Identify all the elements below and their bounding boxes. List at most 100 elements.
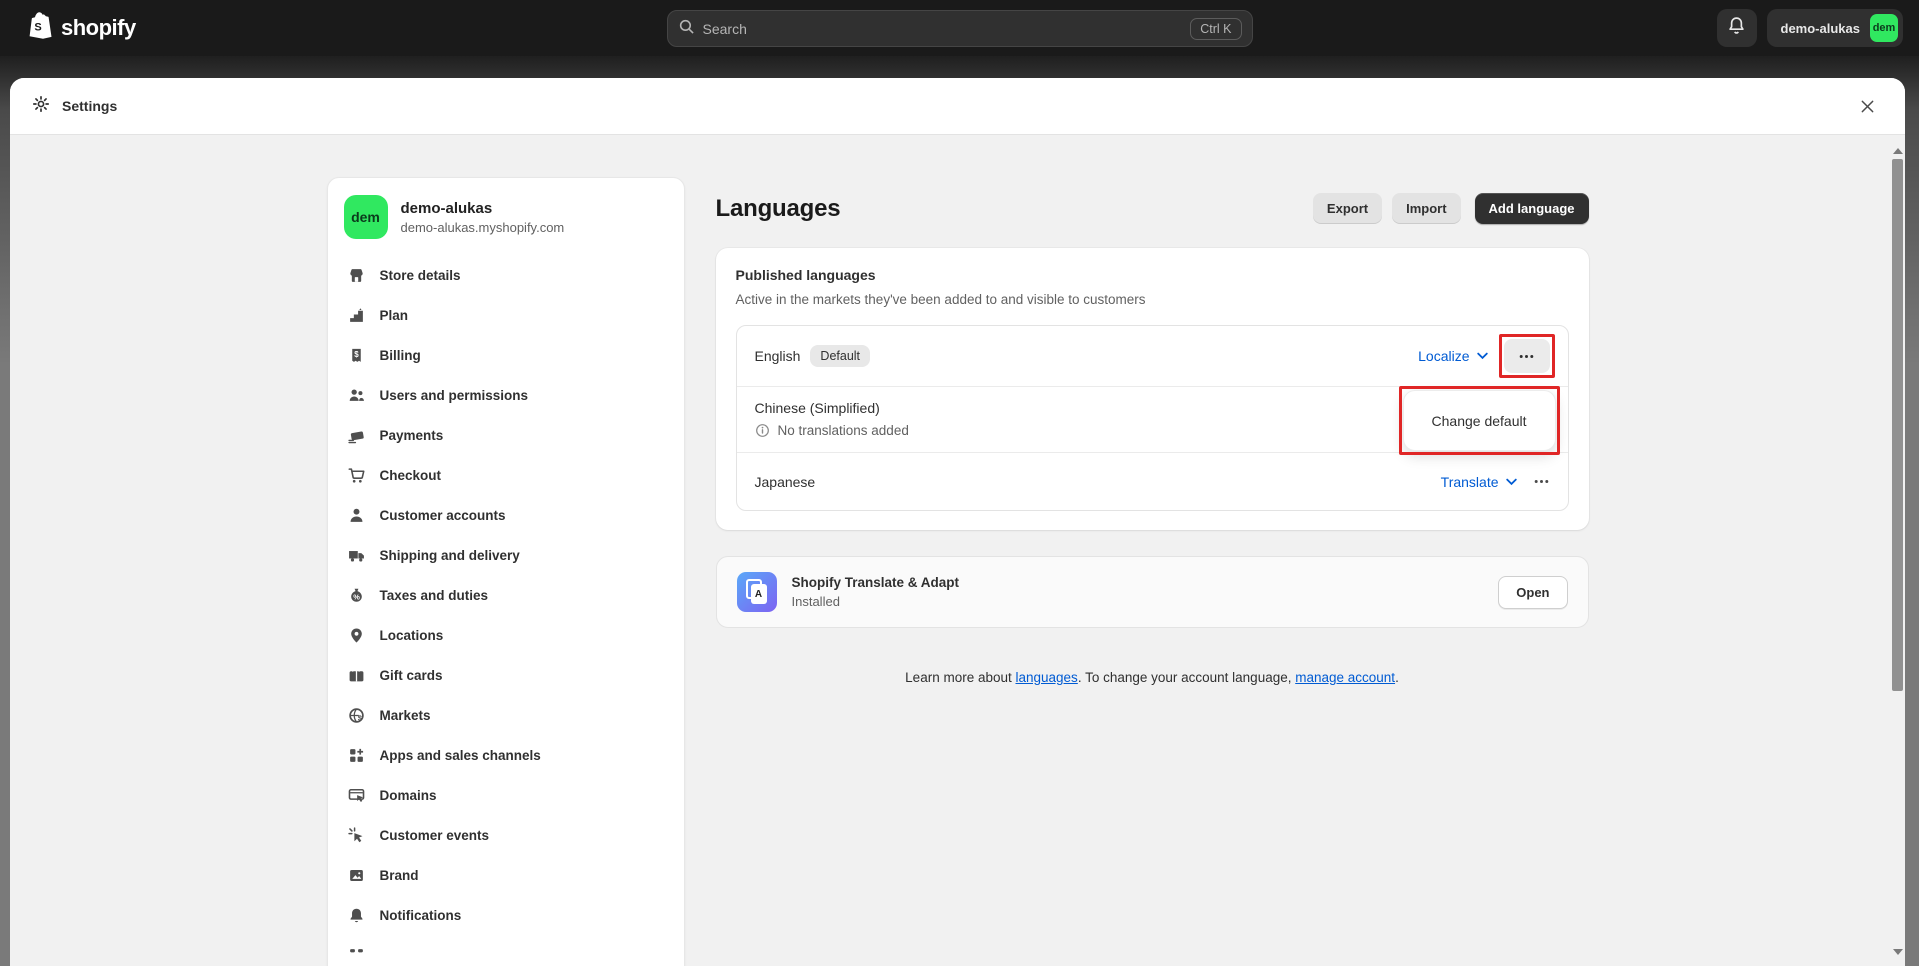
sidebar-item-gift-cards[interactable]: Gift cards <box>338 655 674 695</box>
scrollbar-thumb[interactable] <box>1892 159 1903 691</box>
chevron-down-icon <box>1476 352 1488 360</box>
close-button[interactable] <box>1851 90 1883 122</box>
sidebar-item-locations[interactable]: Locations <box>338 615 674 655</box>
settings-modal: Settings dem demo-alukas demo-alukas.mys… <box>10 78 1905 966</box>
scroll-down-arrow[interactable] <box>1890 942 1905 962</box>
search-shortcut: Ctrl K <box>1190 17 1242 40</box>
scroll-up-arrow[interactable] <box>1890 141 1905 161</box>
translations-note: No translations added <box>777 423 909 438</box>
sidebar-item-label: Shipping and delivery <box>379 547 520 563</box>
modal-backdrop: Settings dem demo-alukas demo-alukas.mys… <box>0 56 1919 966</box>
published-languages-card: Published languages Active in the market… <box>715 248 1589 530</box>
sidebar-item-markets[interactable]: $ Markets <box>338 695 674 735</box>
topbar: S shopify Search Ctrl K demo-alukas dem <box>0 0 1919 56</box>
translate-adapt-card: A Shopify Translate & Adapt Installed Op… <box>715 556 1589 628</box>
taxes-icon: % <box>348 586 366 604</box>
import-button[interactable]: Import <box>1392 193 1461 224</box>
export-button[interactable]: Export <box>1312 193 1383 224</box>
footer-note: Learn more about languages. To change yo… <box>905 670 1399 685</box>
notifications-button[interactable] <box>1716 9 1757 47</box>
shopify-logo: S shopify <box>28 11 136 45</box>
sidebar-item-label: Markets <box>379 707 431 723</box>
gear-icon <box>32 95 50 118</box>
manage-account-link[interactable]: manage account <box>1295 670 1395 685</box>
sidebar-item-label: Users and permissions <box>379 387 529 403</box>
sidebar-item-brand[interactable]: Brand <box>338 855 674 895</box>
payments-icon <box>348 426 366 444</box>
sidebar-item-label: Checkout <box>379 467 442 483</box>
translate-dropdown[interactable]: Translate <box>1441 474 1517 490</box>
settings-content: dem demo-alukas demo-alukas.myshopify.co… <box>10 135 1905 966</box>
add-language-button[interactable]: Add language <box>1474 193 1589 224</box>
account-avatar: dem <box>1870 14 1898 42</box>
english-menu-button[interactable] <box>1498 334 1555 378</box>
svg-text:S: S <box>34 22 41 34</box>
bell-icon <box>1727 16 1746 40</box>
account-menu[interactable]: demo-alukas dem <box>1766 9 1903 47</box>
events-icon <box>348 826 366 844</box>
language-name: Japanese <box>754 473 816 490</box>
sidebar-item-domains[interactable]: Domains <box>338 775 674 815</box>
sidebar-item-plan[interactable]: Plan <box>338 295 674 335</box>
settings-nav: Store details Plan $ Billing Users and permi… <box>328 251 684 966</box>
card-heading: Published languages <box>735 267 876 283</box>
sidebar-item-label: Brand <box>379 867 419 883</box>
chevron-down-icon <box>1505 478 1517 485</box>
store-name: demo-alukas <box>400 199 493 217</box>
sidebar-item-label: Domains <box>379 787 437 803</box>
brand-icon <box>348 866 366 884</box>
japanese-menu-button[interactable] <box>1533 473 1550 490</box>
bell-icon <box>348 906 366 924</box>
apps-icon <box>348 746 366 764</box>
sidebar-item-apps-and-sales-channels[interactable]: Apps and sales channels <box>338 735 674 775</box>
sidebar-item-taxes-and-duties[interactable]: % Taxes and duties <box>338 575 674 615</box>
settings-sidebar: dem demo-alukas demo-alukas.myshopify.co… <box>326 177 685 966</box>
billing-icon: $ <box>348 346 366 364</box>
store-icon <box>348 266 366 284</box>
svg-text:%: % <box>353 592 360 601</box>
sidebar-item-label: Customer events <box>379 827 490 843</box>
gift-icon <box>348 666 366 684</box>
account-name: demo-alukas <box>1780 20 1860 36</box>
languages-page: Languages Export Import Add language Pub… <box>715 177 1589 685</box>
change-default-menu-item[interactable]: Change default <box>1398 386 1560 455</box>
users-icon <box>348 386 366 404</box>
sidebar-item-payments[interactable]: Payments <box>338 415 674 455</box>
languages-link[interactable]: languages <box>1016 670 1078 685</box>
sidebar-item-store-details[interactable]: Store details <box>338 255 674 295</box>
sidebar-item-partial[interactable] <box>338 935 674 966</box>
domains-icon <box>348 786 366 804</box>
sidebar-item-customer-accounts[interactable]: Customer accounts <box>338 495 674 535</box>
sidebar-item-billing[interactable]: $ Billing <box>338 335 674 375</box>
page-title: Languages <box>715 194 841 222</box>
language-row-english: English Default Localize <box>737 326 1568 386</box>
horizontal-dots-icon <box>1534 480 1548 483</box>
sidebar-item-label: Notifications <box>379 907 462 923</box>
language-name: English <box>754 348 801 364</box>
localize-dropdown[interactable]: Localize <box>1418 348 1488 364</box>
plan-icon <box>348 306 366 324</box>
sidebar-item-shipping-and-delivery[interactable]: Shipping and delivery <box>338 535 674 575</box>
sidebar-item-customer-events[interactable]: Customer events <box>338 815 674 855</box>
sidebar-item-label: Gift cards <box>379 667 443 683</box>
search-input[interactable]: Search Ctrl K <box>666 10 1253 47</box>
language-row-japanese: Japanese Translate <box>736 452 1568 510</box>
partial-icon <box>348 946 366 964</box>
sidebar-item-label: Taxes and duties <box>379 587 489 603</box>
sidebar-item-label: Locations <box>379 627 444 643</box>
checkout-icon <box>348 466 366 484</box>
card-subheading: Active in the markets they've been added… <box>735 292 1146 307</box>
settings-modal-header: Settings <box>10 78 1905 135</box>
sidebar-item-label: Payments <box>379 427 444 443</box>
truck-icon <box>348 546 366 564</box>
scrollbar <box>1890 135 1905 966</box>
store-avatar: dem <box>343 195 388 239</box>
open-button[interactable]: Open <box>1498 575 1568 609</box>
search-icon <box>678 18 695 40</box>
shopify-bag-icon: S <box>28 11 54 45</box>
store-domain: demo-alukas.myshopify.com <box>400 219 565 235</box>
sidebar-item-notifications[interactable]: Notifications <box>338 895 674 935</box>
app-title: Shopify Translate & Adapt <box>791 575 960 590</box>
sidebar-item-checkout[interactable]: Checkout <box>338 455 674 495</box>
sidebar-item-users-and-permissions[interactable]: Users and permissions <box>338 375 674 415</box>
